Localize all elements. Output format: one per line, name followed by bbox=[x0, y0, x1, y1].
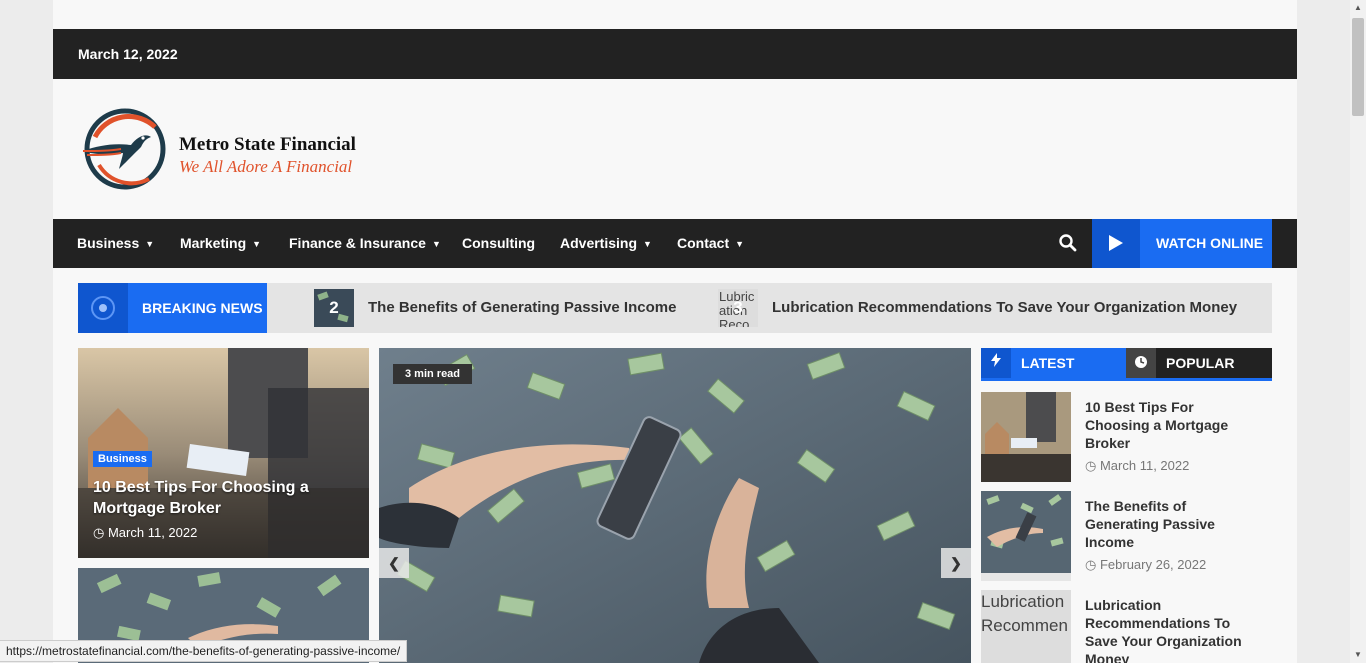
category-badge[interactable]: Business bbox=[93, 451, 152, 467]
main-navigation: Business ▼ Marketing ▼ Finance & Insurance… bbox=[53, 219, 1297, 268]
chevron-down-icon: ▼ bbox=[735, 239, 745, 249]
current-date: March 12, 2022 bbox=[78, 46, 178, 62]
site-header: Metro State Financial We All Adore A Fin… bbox=[53, 79, 1297, 219]
sidebar-tabs: LATEST POPULAR bbox=[981, 348, 1272, 381]
chevron-down-icon: ▼ bbox=[252, 239, 262, 249]
logo-tagline: We All Adore A Financial bbox=[179, 157, 353, 176]
slider-next-button[interactable]: ❯ bbox=[941, 548, 971, 578]
post-thumbnail: Lubrication Recommen bbox=[981, 590, 1071, 663]
sidebar-post-date: ◷ March 11, 2022 bbox=[1085, 458, 1189, 474]
tab-popular[interactable]: POPULAR bbox=[1126, 348, 1272, 378]
logo-title: Metro State Financial bbox=[179, 134, 356, 155]
ticker-title: The Benefits of Generating Passive Incom… bbox=[368, 299, 677, 316]
clock-icon bbox=[1126, 348, 1156, 378]
hero-image bbox=[379, 348, 971, 663]
breaking-news-label: BREAKING NEWS bbox=[142, 300, 263, 316]
clock-icon: ◷ bbox=[93, 525, 105, 540]
ticker-thumbnail: Lubrication Recom 3 bbox=[718, 289, 758, 327]
nav-item-marketing[interactable]: Marketing ▼ bbox=[180, 219, 261, 268]
page: March 12, 2022 Metro State Financial We … bbox=[0, 0, 1350, 663]
chevron-down-icon: ▼ bbox=[145, 239, 155, 249]
radio-icon-box bbox=[78, 283, 128, 333]
sidebar-post-title[interactable]: 10 Best Tips For Choosing a Mortgage Bro… bbox=[1085, 398, 1255, 452]
post-thumbnail bbox=[981, 491, 1071, 581]
site-logo[interactable]: Metro State Financial We All Adore A Fin… bbox=[79, 107, 379, 191]
nav-item-label: Business bbox=[77, 235, 140, 251]
ticker-thumbnail: 2 bbox=[314, 289, 354, 327]
ticker-number: 2 bbox=[329, 298, 339, 317]
ticker-title: Lubrication Recommendations To Save Your… bbox=[772, 299, 1238, 316]
chevron-left-icon: ❮ bbox=[388, 555, 400, 571]
tab-popular-label: POPULAR bbox=[1166, 355, 1235, 371]
nav-item-label: Marketing bbox=[180, 235, 247, 251]
clock-icon: ◷ bbox=[1085, 557, 1097, 572]
nav-item-label: Advertising bbox=[560, 235, 638, 251]
card-title[interactable]: 10 Best Tips For Choosing a Mortgage Bro… bbox=[93, 477, 343, 519]
breaking-news-badge: BREAKING NEWS bbox=[78, 283, 267, 333]
sidebar-post[interactable]: Lubrication Recommen Lubrication Recomme… bbox=[981, 590, 1272, 663]
tab-latest-label: LATEST bbox=[1021, 355, 1075, 371]
sidebar-post-date-text: February 26, 2022 bbox=[1099, 557, 1207, 572]
sidebar-post[interactable]: 10 Best Tips For Choosing a Mortgage Bro… bbox=[981, 392, 1272, 482]
read-time-badge: 3 min read bbox=[393, 364, 473, 384]
clock-icon: ◷ bbox=[1085, 458, 1097, 473]
broadcast-icon bbox=[91, 296, 115, 320]
chevron-down-icon: ▼ bbox=[643, 239, 652, 249]
post-thumbnail bbox=[981, 392, 1071, 482]
chevron-down-icon: ▼ bbox=[431, 239, 441, 249]
search-icon[interactable] bbox=[1057, 232, 1079, 254]
nav-item-contact[interactable]: Contact ▼ bbox=[677, 219, 744, 268]
page-scrollbar[interactable]: ▲ ▼ bbox=[1350, 0, 1366, 663]
ticker-item[interactable]: 2 The Benefits of Generating Passive Inc… bbox=[314, 289, 684, 327]
nav-item-label: Finance & Insurance bbox=[289, 235, 426, 251]
bolt-icon bbox=[981, 348, 1011, 378]
sidebar-post-title[interactable]: The Benefits of Generating Passive Incom… bbox=[1085, 497, 1255, 551]
sidebar: LATEST POPULAR 10 Best Tips For Choosing… bbox=[981, 348, 1272, 663]
scroll-down-arrow-icon[interactable]: ▼ bbox=[1350, 647, 1366, 663]
hero-slider[interactable]: 3 min read ❮ ❯ bbox=[379, 348, 971, 663]
play-icon-box bbox=[1092, 219, 1140, 268]
chevron-right-icon: ❯ bbox=[950, 555, 962, 571]
status-bar-url: https://metrostatefinancial.com/the-bene… bbox=[0, 640, 408, 662]
sidebar-post-title[interactable]: Lubrication Recommendations To Save Your… bbox=[1085, 596, 1255, 663]
top-bar: March 12, 2022 bbox=[53, 29, 1297, 79]
site-wrapper: March 12, 2022 Metro State Financial We … bbox=[53, 0, 1297, 663]
ticker-item[interactable]: Lubrication Recom 3 Lubrication Recommen… bbox=[718, 289, 1272, 327]
tab-latest[interactable]: LATEST bbox=[981, 348, 1126, 378]
card-date-text: March 11, 2022 bbox=[107, 525, 198, 540]
play-icon bbox=[1109, 235, 1123, 251]
sidebar-post-date: ◷ February 26, 2022 bbox=[1085, 557, 1206, 573]
nav-item-advertising[interactable]: Advertising ▼ bbox=[560, 219, 652, 268]
slider-prev-button[interactable]: ❮ bbox=[379, 548, 409, 578]
nav-item-label: Consulting bbox=[462, 235, 536, 251]
nav-item-business[interactable]: Business ▼ bbox=[77, 219, 154, 268]
breaking-news-bar: BREAKING NEWS 2 The Benefits of Generati… bbox=[78, 283, 1272, 333]
scrollbar-thumb[interactable] bbox=[1352, 18, 1364, 116]
nav-item-consulting[interactable]: Consulting bbox=[462, 219, 535, 268]
sidebar-post[interactable]: The Benefits of Generating Passive Incom… bbox=[981, 491, 1272, 581]
ticker-number: 3 bbox=[733, 298, 743, 317]
scroll-up-arrow-icon[interactable]: ▲ bbox=[1350, 0, 1366, 16]
nav-item-label: Contact bbox=[677, 235, 730, 251]
card-date: ◷ March 11, 2022 bbox=[93, 525, 197, 541]
eagle-logo-icon bbox=[82, 108, 166, 190]
featured-card[interactable]: Business 10 Best Tips For Choosing a Mor… bbox=[78, 348, 369, 558]
watch-online-label: WATCH ONLINE bbox=[1156, 235, 1264, 251]
nav-item-finance-insurance[interactable]: Finance & Insurance ▼ bbox=[289, 219, 441, 268]
sidebar-post-date-text: March 11, 2022 bbox=[1099, 458, 1190, 473]
broken-image-alt-text: Lubrication Recommen bbox=[981, 590, 1071, 663]
watch-online-button[interactable]: WATCH ONLINE bbox=[1092, 219, 1272, 268]
